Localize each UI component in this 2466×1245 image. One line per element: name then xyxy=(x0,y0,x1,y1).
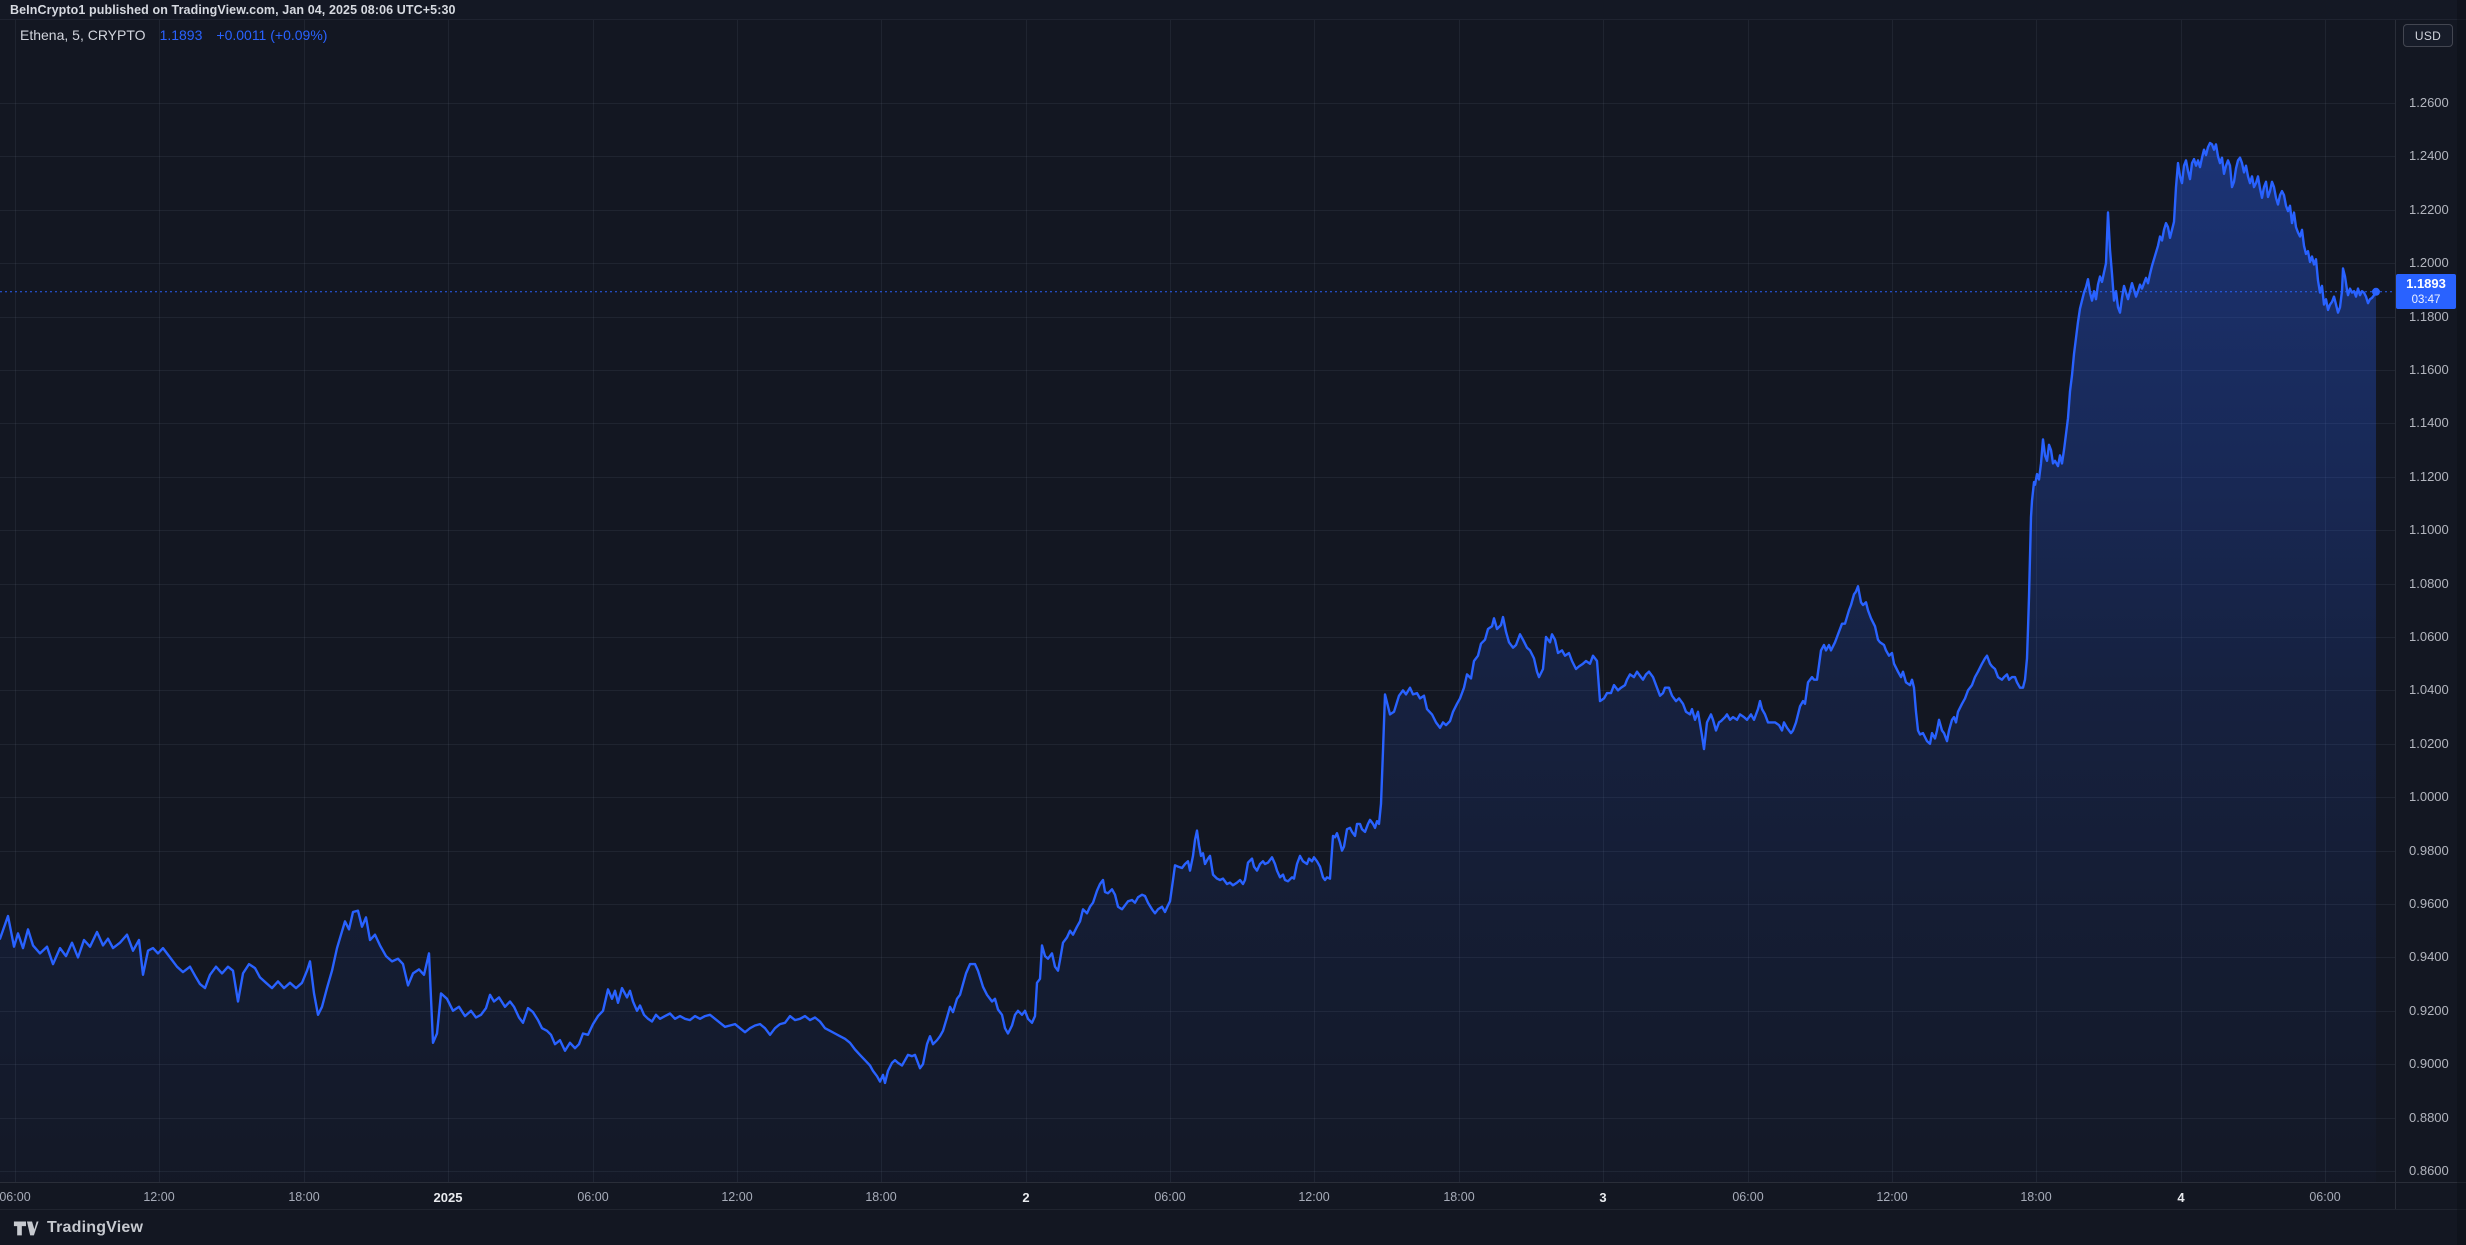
price-tick-label: 1.2600 xyxy=(2409,95,2449,110)
price-tick-label: 1.2000 xyxy=(2409,255,2449,270)
time-tick-label: 2025 xyxy=(416,1190,480,1205)
time-tick-label: 12:00 xyxy=(1860,1190,1924,1204)
price-tick-label: 1.2200 xyxy=(2409,202,2449,217)
price-tick-label: 0.9000 xyxy=(2409,1056,2449,1071)
legend-change: +0.0011 (+0.09%) xyxy=(216,27,327,43)
price-tick-label: 0.9800 xyxy=(2409,843,2449,858)
price-tick-label: 0.8800 xyxy=(2409,1110,2449,1125)
time-tick-label: 18:00 xyxy=(2004,1190,2068,1204)
time-scale[interactable]: 06:00 12:00 18:00 2025 06:00 12:00 18:00 2 06:00… xyxy=(0,1182,2466,1209)
price-tick-label: 0.9200 xyxy=(2409,1003,2449,1018)
price-tick-label: 1.1200 xyxy=(2409,469,2449,484)
symbol-legend: Ethena, 5, CRYPTO 1.1893 +0.0011 (+0.09%… xyxy=(20,27,327,43)
time-tick-label: 4 xyxy=(2149,1190,2213,1205)
price-tick-label: 1.1000 xyxy=(2409,522,2449,537)
price-tick-label: 0.9400 xyxy=(2409,949,2449,964)
price-tick-label: 0.8600 xyxy=(2409,1163,2449,1178)
price-tick-label: 1.1400 xyxy=(2409,415,2449,430)
price-tick-label: 0.9600 xyxy=(2409,896,2449,911)
price-tick-label: 1.0600 xyxy=(2409,629,2449,644)
price-tick-label: 1.0000 xyxy=(2409,789,2449,804)
time-tick-label: 12:00 xyxy=(705,1190,769,1204)
time-tick-label: 2 xyxy=(994,1190,1058,1205)
price-tick-label: 1.1800 xyxy=(2409,309,2449,324)
area-fill xyxy=(0,143,2376,1182)
time-tick-label: 18:00 xyxy=(272,1190,336,1204)
tradingview-icon xyxy=(13,1217,39,1239)
price-tick-label: 1.0400 xyxy=(2409,682,2449,697)
tradingview-logo-text[interactable]: TradingView xyxy=(47,1219,143,1237)
currency-toggle-label: USD xyxy=(2415,29,2441,43)
time-tick-label: 3 xyxy=(1571,1190,1635,1205)
last-point-dot xyxy=(2372,288,2380,296)
currency-toggle-button[interactable]: USD xyxy=(2403,24,2453,47)
footer-bar: TradingView xyxy=(0,1209,2466,1245)
price-tick-label: 1.2400 xyxy=(2409,148,2449,163)
time-tick-label: 06:00 xyxy=(561,1190,625,1204)
legend-last-price: 1.1893 xyxy=(160,27,203,43)
badge-countdown: 03:47 xyxy=(2412,293,2441,307)
chart-pane[interactable] xyxy=(0,0,2466,1245)
symbol-title[interactable]: Ethena, 5, CRYPTO xyxy=(20,27,146,43)
time-tick-label: 06:00 xyxy=(2293,1190,2357,1204)
price-tick-label: 1.0200 xyxy=(2409,736,2449,751)
time-tick-label: 06:00 xyxy=(0,1190,47,1204)
time-tick-label: 18:00 xyxy=(849,1190,913,1204)
price-scale[interactable]: 1.2600 1.2400 1.2200 1.2000 1.1800 1.1600 1.14… xyxy=(2395,20,2466,1209)
attribution-bar: BeInCrypto1 published on TradingView.com… xyxy=(0,0,2466,20)
price-tick-label: 1.1600 xyxy=(2409,362,2449,377)
time-tick-label: 18:00 xyxy=(1427,1190,1491,1204)
right-edge-gutter xyxy=(2457,0,2466,1245)
time-tick-label: 12:00 xyxy=(127,1190,191,1204)
time-tick-label: 06:00 xyxy=(1716,1190,1780,1204)
time-tick-label: 06:00 xyxy=(1138,1190,1202,1204)
tradingview-chart-widget: BeInCrypto1 published on TradingView.com… xyxy=(0,0,2466,1245)
time-tick-label: 12:00 xyxy=(1282,1190,1346,1204)
last-price-badge: 1.1893 03:47 xyxy=(2396,274,2456,309)
attribution-text: BeInCrypto1 published on TradingView.com… xyxy=(10,3,456,17)
price-tick-label: 1.0800 xyxy=(2409,576,2449,591)
badge-price: 1.1893 xyxy=(2406,276,2446,292)
